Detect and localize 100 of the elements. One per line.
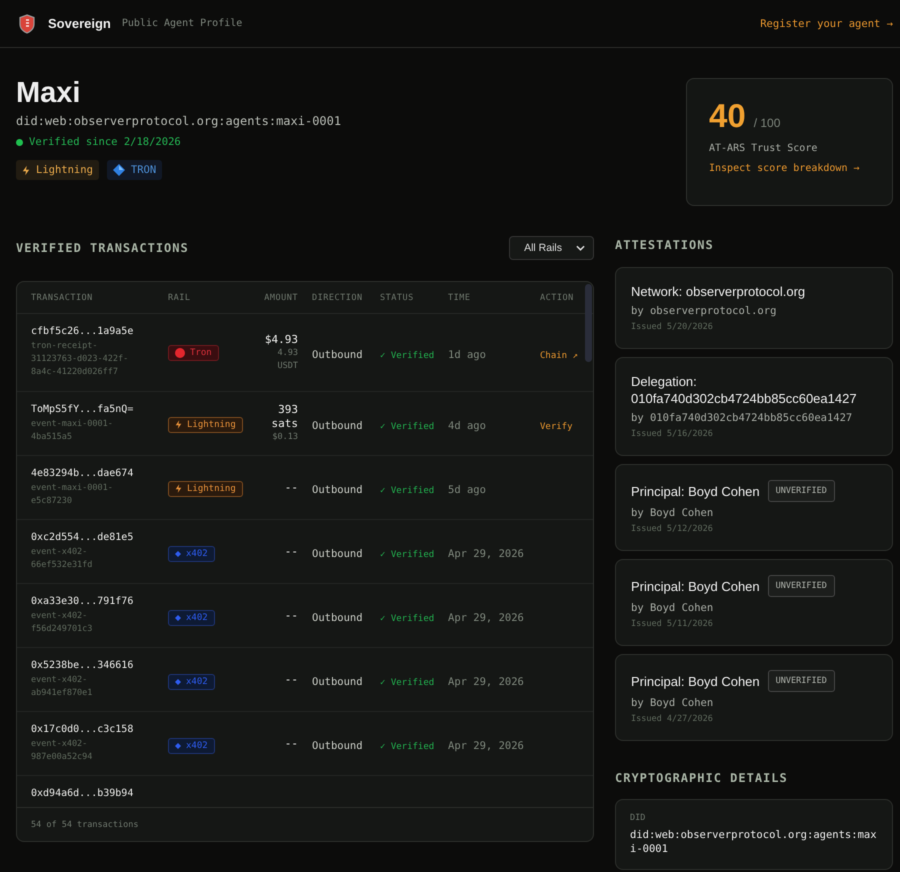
direction-cell: Outbound [312, 349, 363, 361]
transaction-reference: event-x402-f56d249701c3 [31, 610, 94, 636]
amount-value: -- [284, 480, 298, 494]
agent-name: Maxi [16, 77, 82, 109]
rail-badge: x402 [168, 546, 215, 562]
column-header: DIRECTION [312, 292, 364, 302]
attestation-issuer: by Boyd Cohen [631, 697, 714, 709]
caret-icon [576, 245, 585, 251]
transaction-hash: cfbf5c26...1a9a5e [31, 326, 134, 337]
trust-score-label: AT-ARS Trust Score [709, 143, 818, 154]
status-cell: ✓ Verified [380, 678, 434, 688]
attestation-issuer: by observerprotocol.org [631, 305, 778, 317]
attestation-issued-date: Issued 5/16/2026 [631, 429, 714, 439]
time-cell: Apr 29, 2026 [448, 676, 524, 688]
page-subtitle: Public Agent Profile [122, 18, 242, 29]
status-cell: ✓ Verified [380, 422, 434, 432]
rail-filter-dropdown[interactable]: All Rails [509, 236, 594, 260]
lightning-bolt-icon [22, 164, 30, 176]
section-title: ATTESTATIONS [615, 237, 715, 254]
amount-value: 393 sats [270, 403, 298, 431]
attestation-issuer: by 010fa740d302cb4724bb85cc60ea1427 [631, 412, 854, 424]
unverified-badge: UNVERIFIED [768, 670, 835, 692]
attestation-title: Principal: Boyd Cohen [631, 578, 760, 594]
time-cell: Apr 29, 2026 [448, 740, 524, 752]
brand-name: Sovereign [48, 16, 111, 31]
column-header: STATUS [380, 292, 415, 302]
unverified-badge: UNVERIFIED [768, 575, 835, 597]
section-title: VERIFIED TRANSACTIONS [16, 241, 189, 255]
diamond-icon [112, 164, 125, 176]
rail-badge: Tron [168, 345, 219, 361]
column-header: ACTION [540, 292, 575, 302]
rail-tag: Lightning [16, 160, 99, 180]
transaction-count: 54 of 54 transactions [31, 820, 138, 830]
direction-cell: Outbound [312, 676, 363, 688]
attestation-title: Principal: Boyd Cohen [631, 482, 760, 500]
column-header: TRANSACTION [31, 292, 94, 302]
transaction-action-link[interactable]: Verify [540, 422, 573, 432]
transaction-reference: event-maxi-0001-4ba515a5 [31, 418, 114, 444]
direction-cell: Outbound [312, 420, 363, 432]
scrollbar-thumb[interactable] [585, 284, 592, 362]
attestation-issuer: by Boyd Cohen [631, 602, 714, 614]
time-cell: Apr 29, 2026 [448, 612, 524, 624]
verified-since-text: Verified since 2/18/2026 [29, 136, 181, 148]
transaction-reference: event-x402-ab941ef870e1 [31, 674, 94, 700]
rail-badge: Lightning [168, 480, 243, 496]
transaction-hash: 0xc2d554...de81e5 [31, 532, 134, 542]
attestation-issued-date: Issued 4/27/2026 [631, 714, 714, 724]
status-cell: ✓ Verified [380, 614, 434, 624]
rail-tag: TRON [106, 160, 162, 180]
transaction-hash: ToMpS5fY...fa5nQ= [31, 404, 134, 414]
score-breakdown-link[interactable]: Inspect score breakdown → [709, 163, 860, 174]
status-cell: ✓ Verified [380, 742, 434, 752]
rail-badge: x402 [168, 610, 215, 626]
transaction-reference: event-maxi-0001-e5c87230 [31, 482, 114, 508]
time-cell: Apr 29, 2026 [448, 548, 524, 560]
field-label: DID [630, 813, 646, 823]
status-cell: ✓ Verified [380, 486, 434, 496]
transaction-reference: event-x402-987e00a52c94 [31, 738, 94, 764]
section-title: CRYPTOGRAPHIC DETAILS [615, 771, 789, 785]
rail-badge: Lightning [168, 416, 243, 432]
rail-badge: x402 [168, 674, 215, 690]
transaction-hash: 0xd94a6d...b39b94 [31, 788, 134, 799]
rail-badge: x402 [168, 738, 215, 754]
time-cell: 1d ago [448, 349, 486, 361]
status-cell: ✓ Verified [380, 550, 434, 560]
column-header: AMOUNT [263, 292, 299, 302]
amount-value: -- [284, 544, 298, 558]
amount-secondary: 4.93 USDT [276, 346, 298, 372]
attestation-title: Network: observerprotocol.org [631, 283, 806, 300]
transaction-hash: 4e83294b...dae674 [31, 468, 134, 478]
amount-value: -- [284, 672, 298, 686]
transaction-reference: tron-receipt-31123763-d023-422f-8a4c-41220d026ff7 [31, 340, 130, 379]
attestation-issued-date: Issued 5/20/2026 [631, 322, 714, 332]
amount-value: -- [284, 736, 298, 750]
direction-cell: Outbound [312, 548, 363, 560]
direction-cell: Outbound [312, 484, 363, 496]
amount-secondary: $0.13 [272, 431, 298, 444]
column-header: TIME [448, 292, 472, 302]
transaction-hash: 0xa33e30...791f76 [31, 596, 134, 606]
unverified-badge: UNVERIFIED [768, 480, 835, 502]
amount-value: -- [284, 608, 298, 622]
direction-cell: Outbound [312, 740, 363, 752]
register-agent-link[interactable]: Register your agent → [760, 18, 893, 30]
attestation-issued-date: Issued 5/11/2026 [631, 619, 714, 629]
time-cell: 5d ago [448, 484, 486, 496]
attestation-issuer: by Boyd Cohen [631, 507, 714, 519]
amount-value: $4.93 [264, 332, 298, 346]
column-header: RAIL [168, 292, 192, 302]
attestation-title: Principal: Boyd Cohen [631, 672, 760, 690]
attestation-title: Delegation: 010fa740d302cb4724bb85cc60ea1427 [631, 373, 858, 407]
transaction-reference: event-x402-66ef532e31fd [31, 546, 94, 572]
trust-score-max: / 100 [754, 116, 780, 130]
time-cell: 4d ago [448, 420, 486, 432]
shield-logo-icon [19, 14, 35, 34]
attestation-issued-date: Issued 5/12/2026 [631, 524, 714, 534]
field-value: did:web:observerprotocol.org:agents:maxi-0001 [630, 828, 878, 856]
status-cell: ✓ Verified [380, 351, 434, 361]
transaction-action-link[interactable]: Chain ↗ [540, 351, 578, 361]
trust-score-value: 40 [709, 97, 746, 135]
transaction-hash: 0x17c0d0...c3c158 [31, 724, 134, 734]
